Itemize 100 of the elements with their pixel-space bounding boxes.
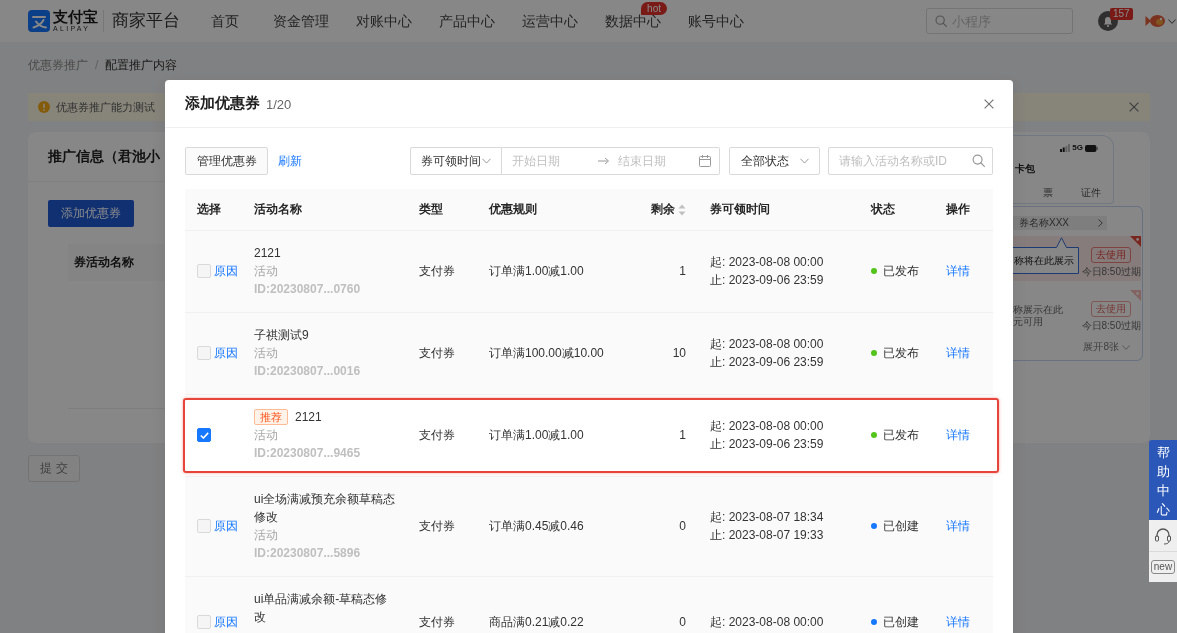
start-time: 起: 2023-08-08 00:00 <box>710 614 824 631</box>
column-header: 剩余 <box>651 201 675 218</box>
remaining-count: 1 <box>679 263 686 280</box>
activity-label: 活动 <box>254 263 278 280</box>
expand-link[interactable]: 展开8张 <box>1083 341 1119 353</box>
remaining-count: 0 <box>679 614 686 631</box>
column-header: 优惠规则 <box>489 201 537 218</box>
time-type-select[interactable]: 券可领时间 <box>410 147 502 175</box>
tooltip: 称将在此展示 <box>1013 237 1079 274</box>
page-title: 卡包 <box>1015 163 1035 175</box>
end-time: 止: 2023-09-06 23:59 <box>710 436 824 453</box>
network-label: 5G <box>1072 143 1083 153</box>
column-header: 选择 <box>197 201 221 218</box>
coupon-type: 支付券 <box>419 345 455 362</box>
remaining-count: 10 <box>672 345 686 362</box>
remaining-count: 0 <box>679 518 686 535</box>
coupon-type: 支付券 <box>419 614 455 631</box>
status-text: 已创建 <box>883 518 919 535</box>
recommend-tag: 推荐 <box>254 409 288 425</box>
search-field[interactable]: 请输入活动名称或ID <box>828 147 993 175</box>
coupon-name: ui全场满减预充余额草稿态修改 <box>254 491 397 526</box>
activity-label: 活动 <box>254 427 278 444</box>
activity-id: ID:20230807...9465 <box>254 445 361 462</box>
start-time: 起: 2023-08-08 00:00 <box>710 336 824 353</box>
notification-badge: 157 <box>1110 8 1133 20</box>
remaining-count: 1 <box>679 427 686 444</box>
chevron-down-icon <box>482 158 491 164</box>
chevron-right-icon <box>1098 219 1103 227</box>
start-date-input[interactable]: 开始日期 <box>512 152 588 170</box>
breadcrumb-separator: / <box>95 57 99 73</box>
modal-title: 添加优惠券 <box>185 94 260 113</box>
coupon-name: 2121 <box>254 245 281 262</box>
close-icon[interactable] <box>984 98 994 109</box>
status-text: 已发布 <box>883 345 919 362</box>
coupon-condition: 元可用 <box>1013 316 1043 328</box>
end-time: 止: 2023-09-06 23:59 <box>710 272 824 289</box>
fish-avatar-icon[interactable] <box>1145 13 1165 29</box>
hot-badge: hot <box>641 2 667 15</box>
status-text: 已创建 <box>883 614 919 631</box>
use-button[interactable]: 去使用 <box>1091 247 1132 263</box>
start-time: 起: 2023-08-08 00:00 <box>710 418 824 435</box>
end-time: 止: 2023-09-06 23:59 <box>710 354 824 371</box>
column-header: 券活动名称 <box>74 254 134 271</box>
sort-icon[interactable] <box>678 203 686 216</box>
column-header: 活动名称 <box>254 201 302 218</box>
discount-rule: 订单满1.00减1.00 <box>489 427 584 444</box>
status-select[interactable]: 全部状态 <box>729 147 820 175</box>
nav-item[interactable]: 资金管理 <box>273 13 329 29</box>
status-text: 已发布 <box>883 427 919 444</box>
expiry-text: 今日8:50过期 <box>1081 320 1141 332</box>
refresh-link[interactable]: 刷新 <box>278 152 302 170</box>
warning-icon <box>38 101 50 113</box>
end-time: 止: 2023-08-07 19:33 <box>710 527 824 544</box>
close-icon[interactable] <box>1129 102 1139 112</box>
manage-coupons-button[interactable]: 管理优惠券 <box>185 147 268 175</box>
status-text: 已发布 <box>883 263 919 280</box>
end-date-input[interactable]: 结束日期 <box>618 152 690 170</box>
add-coupon-button[interactable]: 添加优惠券 <box>48 200 134 227</box>
card-title: 推广信息（君池小 <box>48 147 160 166</box>
activity-label: 活动 <box>254 527 278 544</box>
coupon-name: 子祺测试9 <box>254 327 309 344</box>
checkbox[interactable] <box>197 428 211 442</box>
column-header: 状态 <box>871 201 895 218</box>
nav-item[interactable]: 运营中心 <box>522 13 578 29</box>
coupon-name: 称展示在此 <box>1013 304 1063 316</box>
nav-item[interactable]: 账号中心 <box>688 13 744 29</box>
chevron-down-icon[interactable] <box>1168 18 1176 24</box>
coupon-type: 支付券 <box>419 518 455 535</box>
activity-id: ID:20230807...0760 <box>254 281 361 298</box>
details-link[interactable]: 详情 <box>946 426 970 444</box>
activity-id: ID:20230807...0016 <box>254 363 361 380</box>
chevron-down-icon <box>1122 344 1130 350</box>
column-header: 类型 <box>419 201 443 218</box>
nav-item[interactable]: 首页 <box>211 13 239 29</box>
headset-icon[interactable] <box>1154 526 1172 545</box>
nav-item[interactable]: 产品中心 <box>439 13 495 29</box>
nav-item[interactable]: 对账中心 <box>356 13 412 29</box>
expiry-text: 今日8:50过期 <box>1081 266 1141 278</box>
nav-item[interactable]: 数据中心 <box>605 13 661 29</box>
discount-rule: 订单满1.00减1.00 <box>489 263 584 280</box>
use-button[interactable]: 去使用 <box>1091 301 1132 317</box>
start-time: 起: 2023-08-08 00:00 <box>710 254 824 271</box>
chevron-down-icon <box>800 158 809 164</box>
date-range-picker[interactable]: 开始日期 结束日期 <box>502 147 720 175</box>
battery-icon <box>1085 144 1098 152</box>
search-icon <box>935 15 947 27</box>
logo-icon[interactable] <box>28 10 50 32</box>
coupon-name-button[interactable]: 券名称XXX <box>1013 216 1107 230</box>
discount-rule: 商品满0.21减0.22 <box>489 614 584 631</box>
coupon-name: 2121 <box>295 409 322 426</box>
signal-icon <box>1060 144 1071 152</box>
start-time: 起: 2023-08-07 18:34 <box>710 509 824 526</box>
coupon-type: 支付券 <box>419 263 455 280</box>
tab-label: 票 <box>1043 187 1053 199</box>
alert-text: 优惠券推广能力测试 <box>56 99 155 115</box>
whats-new-button[interactable]: new <box>1150 560 1176 574</box>
help-center-button[interactable]: 帮助中心 <box>1149 440 1177 520</box>
platform-title: 商家平台 <box>112 11 180 31</box>
discount-rule: 订单满100.00减10.00 <box>489 345 604 362</box>
logo-text: 支付宝 <box>53 9 98 25</box>
